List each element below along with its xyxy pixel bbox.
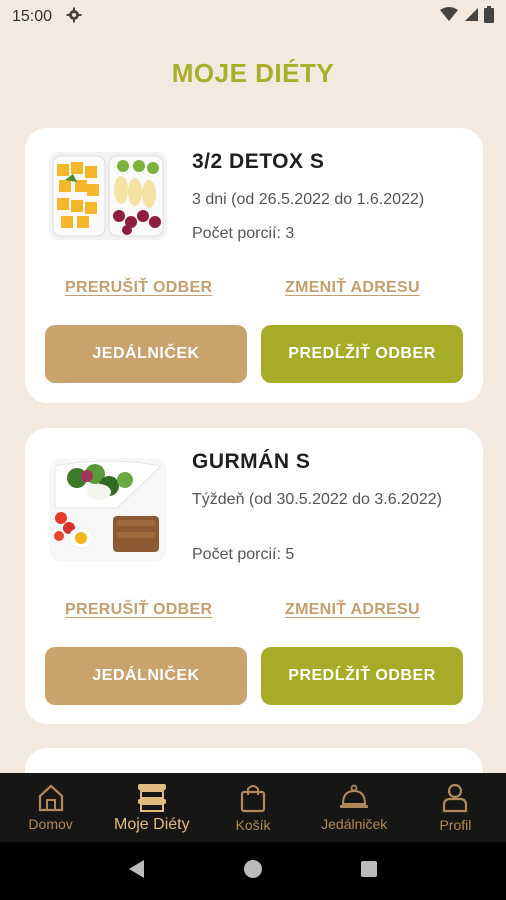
diet-portions: Počet porcií: 5 <box>192 546 295 563</box>
page-title: MOJE DIÉTY <box>171 58 335 88</box>
status-time: 15:00 <box>12 8 53 25</box>
profile-icon <box>443 783 468 812</box>
diet-period: 3 dni (od 26.5.2022 do 1.6.2022) <box>192 191 425 208</box>
nav-profile[interactable]: Profil <box>405 773 506 842</box>
extend-subscription-button[interactable]: PREDĹŽIŤ ODBER <box>261 647 463 705</box>
battery-icon <box>484 6 494 28</box>
nav-menu[interactable]: Jedálniček <box>304 773 405 842</box>
diet-name: GURMÁN S <box>192 450 311 473</box>
shopping-bag-icon <box>240 784 266 812</box>
back-icon[interactable] <box>128 859 146 884</box>
settings-gear-icon <box>66 7 82 28</box>
diet-period: Týždeň (od 30.5.2022 do 3.6.2022) <box>192 491 442 508</box>
change-address-link[interactable]: ZMENIŤ ADRESU <box>285 601 420 619</box>
home-circle-icon[interactable] <box>243 859 263 884</box>
wifi-icon <box>440 7 458 27</box>
bottom-navigation: Domov Moje Diéty Košík Jedálniček Profil <box>0 773 506 842</box>
nav-menu-label: Jedálniček <box>321 815 388 832</box>
nav-profile-label: Profil <box>439 816 472 833</box>
cellular-signal-icon <box>464 7 478 27</box>
home-icon <box>38 784 63 811</box>
nav-my-diets-label: Moje Diéty <box>114 815 190 833</box>
diet-image <box>47 150 169 242</box>
nav-my-diets[interactable]: Moje Diéty <box>101 773 202 842</box>
diet-name: 3/2 DETOX S <box>192 150 325 173</box>
diet-portions: Počet porcií: 3 <box>192 225 295 242</box>
status-bar: 15:00 <box>0 0 506 34</box>
food-containers-icon <box>137 783 166 812</box>
cloche-icon <box>340 784 369 808</box>
diet-card: 3/2 DETOX S 3 dni (od 26.5.2022 do 1.6.2… <box>25 128 483 403</box>
recents-square-icon[interactable] <box>360 860 378 883</box>
diet-image <box>47 456 169 564</box>
change-address-link[interactable]: ZMENIŤ ADRESU <box>285 279 420 297</box>
system-navigation-bar <box>0 842 506 900</box>
nav-cart-label: Košík <box>235 816 271 833</box>
menu-button[interactable]: JEDÁLNIČEK <box>45 647 247 705</box>
nav-cart[interactable]: Košík <box>202 773 303 842</box>
nav-home[interactable]: Domov <box>0 773 101 842</box>
menu-button[interactable]: JEDÁLNIČEK <box>45 325 247 383</box>
diet-card: GURMÁN S Týždeň (od 30.5.2022 do 3.6.202… <box>25 428 483 724</box>
nav-home-label: Domov <box>28 815 73 832</box>
pause-subscription-link[interactable]: PRERUŠIŤ ODBER <box>65 279 212 297</box>
pause-subscription-link[interactable]: PRERUŠIŤ ODBER <box>65 601 212 619</box>
extend-subscription-button[interactable]: PREDĹŽIŤ ODBER <box>261 325 463 383</box>
